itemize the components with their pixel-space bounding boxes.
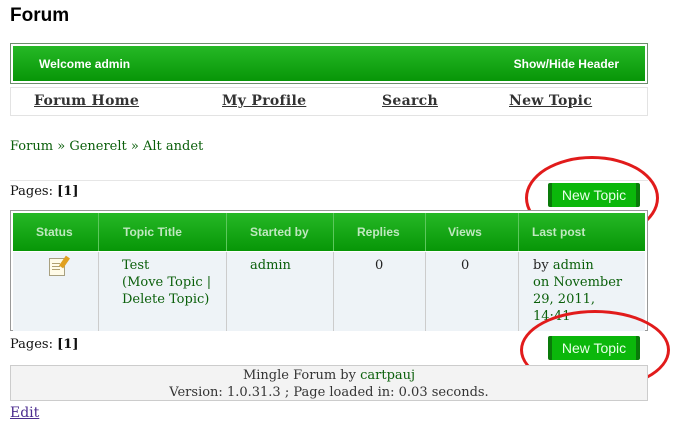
- nav-new-topic[interactable]: New Topic: [509, 93, 592, 109]
- current-page[interactable]: [1]: [57, 337, 78, 352]
- topic-note-icon: [49, 258, 65, 276]
- new-topic-button-top[interactable]: New Topic: [548, 183, 640, 207]
- table-row: Test (Move Topic | Delete Topic) admin 0…: [13, 252, 645, 331]
- topic-title-link[interactable]: Test: [122, 258, 149, 273]
- edit-link[interactable]: Edit: [10, 405, 39, 421]
- breadcrumb: Forum » Generelt » Alt andet: [10, 139, 203, 154]
- page-title: Forum: [10, 5, 70, 26]
- version-text: Version: 1.0.31.3 ; Page loaded in: 0.03…: [169, 385, 489, 400]
- last-post-date-line1[interactable]: November: [553, 275, 622, 290]
- pages-label: Pages: [1]: [10, 337, 78, 352]
- nav-my-profile[interactable]: My Profile: [222, 93, 306, 109]
- last-post-cell: by admin on November 29, 2011, 14:41: [533, 257, 622, 325]
- header-started-by: Started by: [250, 225, 309, 239]
- header-last-post: Last post: [532, 225, 586, 239]
- header-replies: Replies: [357, 225, 400, 239]
- last-post-date-line3[interactable]: 14:41: [533, 309, 570, 324]
- current-page[interactable]: [1]: [57, 184, 78, 199]
- welcome-header: Welcome admin Show/Hide Header: [10, 43, 648, 84]
- pages-label: Pages: [1]: [10, 184, 78, 199]
- move-topic-link[interactable]: (Move Topic |: [122, 275, 211, 290]
- last-post-user-link[interactable]: admin: [553, 258, 594, 273]
- table-header: Status Topic Title Started by Replies Vi…: [13, 213, 645, 251]
- forum-footer: Mingle Forum by cartpauj Version: 1.0.31…: [10, 365, 648, 401]
- topic-table: Status Topic Title Started by Replies Vi…: [10, 210, 648, 331]
- last-post-by: by: [533, 258, 549, 273]
- nav-forum-home[interactable]: Forum Home: [34, 93, 139, 109]
- header-views: Views: [448, 225, 482, 239]
- credit-text: Mingle Forum by: [242, 368, 356, 383]
- last-post-on: on: [533, 275, 550, 290]
- show-hide-header-button[interactable]: Show/Hide Header: [514, 57, 619, 71]
- replies-count: 0: [375, 258, 384, 273]
- topic-title-cell: Test (Move Topic | Delete Topic): [122, 257, 211, 308]
- breadcrumb-alt-andet[interactable]: Alt andet: [143, 139, 203, 154]
- last-post-date-line2[interactable]: 29, 2011,: [533, 292, 595, 307]
- started-by-link[interactable]: admin: [250, 258, 291, 273]
- views-count: 0: [461, 258, 470, 273]
- breadcrumb-forum[interactable]: Forum: [10, 139, 53, 154]
- pages-text: Pages:: [10, 337, 53, 352]
- breadcrumb-separator: »: [130, 139, 139, 154]
- welcome-text: Welcome admin: [39, 56, 131, 71]
- new-topic-button-bottom[interactable]: New Topic: [548, 336, 640, 360]
- delete-topic-link[interactable]: Delete Topic): [122, 292, 209, 307]
- started-by-cell: admin: [250, 257, 291, 274]
- pages-text: Pages:: [10, 184, 53, 199]
- nav-search[interactable]: Search: [382, 93, 438, 109]
- header-topic-title: Topic Title: [123, 225, 182, 239]
- breadcrumb-generelt[interactable]: Generelt: [69, 139, 126, 154]
- breadcrumb-separator: »: [57, 139, 66, 154]
- header-status: Status: [36, 225, 73, 239]
- forum-nav: Forum Home My Profile Search New Topic: [10, 87, 648, 116]
- author-link[interactable]: cartpauj: [360, 368, 415, 383]
